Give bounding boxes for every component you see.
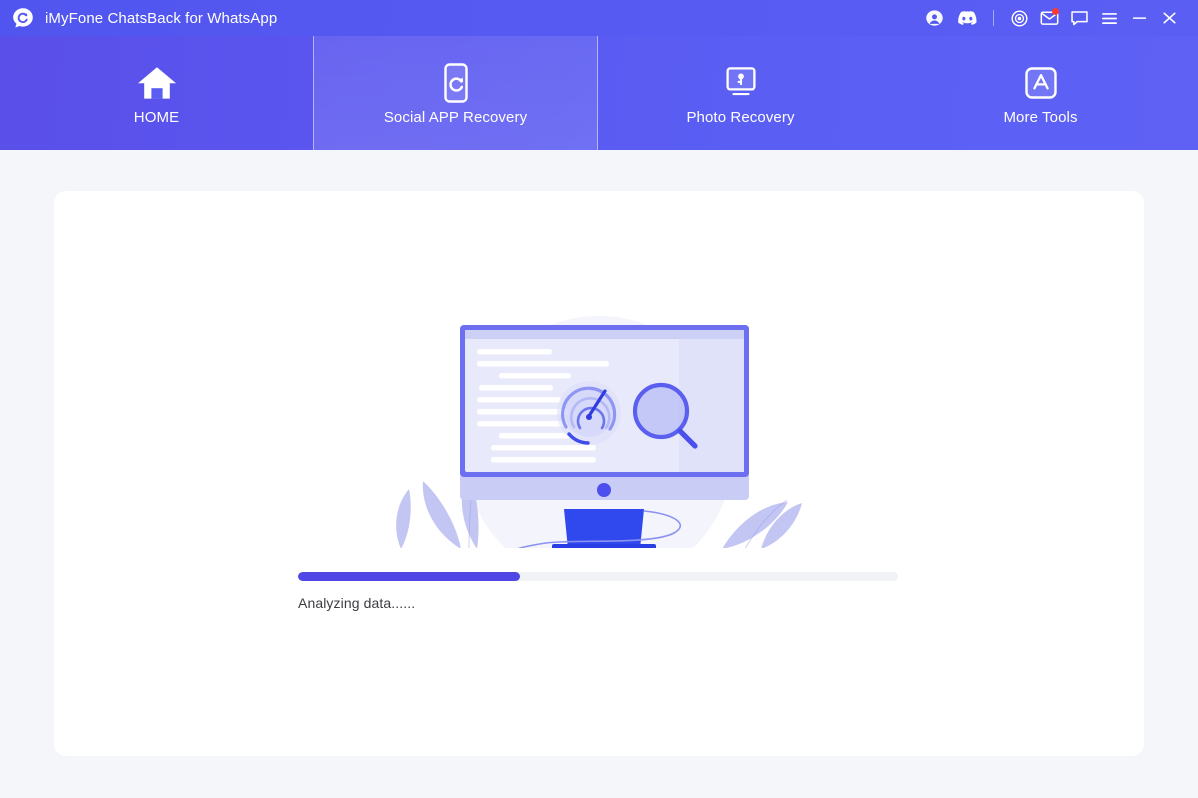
progress-area: Analyzing data...... bbox=[298, 572, 898, 611]
tab-home-label: HOME bbox=[133, 108, 180, 126]
tab-social-app-recovery[interactable]: Social APP Recovery bbox=[313, 36, 598, 150]
app-window: iMyFone ChatsBack for WhatsApp HOME Soci… bbox=[0, 0, 1198, 798]
progress-bar-track bbox=[298, 572, 898, 581]
tab-social-app-recovery-label: Social APP Recovery bbox=[383, 108, 528, 126]
progress-bar-fill bbox=[298, 572, 520, 581]
mail-unread-badge bbox=[1052, 8, 1059, 15]
discord-icon[interactable] bbox=[949, 3, 983, 33]
tab-photo-recovery-label: Photo Recovery bbox=[686, 108, 795, 126]
titlebar-divider bbox=[993, 10, 994, 26]
mail-icon[interactable] bbox=[1034, 3, 1064, 33]
progress-status-text: Analyzing data...... bbox=[298, 595, 416, 611]
home-icon bbox=[135, 61, 179, 105]
close-button[interactable] bbox=[1154, 3, 1184, 33]
tab-photo-recovery[interactable]: Photo Recovery bbox=[598, 36, 883, 150]
phone-refresh-icon bbox=[439, 61, 473, 105]
monitor-photo-icon bbox=[721, 61, 761, 105]
feedback-chat-icon[interactable] bbox=[1064, 3, 1094, 33]
minimize-button[interactable] bbox=[1124, 3, 1154, 33]
analyzing-computer-illustration bbox=[389, 301, 809, 549]
app-store-icon bbox=[1022, 61, 1060, 105]
account-icon[interactable] bbox=[919, 3, 949, 33]
target-icon[interactable] bbox=[1004, 3, 1034, 33]
title-bar: iMyFone ChatsBack for WhatsApp bbox=[0, 0, 1198, 36]
content-card: Analyzing data...... bbox=[54, 191, 1144, 756]
tab-home[interactable]: HOME bbox=[0, 36, 313, 150]
titlebar-icon-group bbox=[919, 0, 1184, 36]
chatsback-logo-icon bbox=[12, 7, 34, 29]
tab-more-tools-label: More Tools bbox=[1003, 108, 1078, 126]
tab-more-tools[interactable]: More Tools bbox=[883, 36, 1198, 150]
app-title: iMyFone ChatsBack for WhatsApp bbox=[45, 9, 278, 27]
main-navigation: HOME Social APP Recovery Photo Recovery … bbox=[0, 36, 1198, 150]
menu-icon[interactable] bbox=[1094, 3, 1124, 33]
